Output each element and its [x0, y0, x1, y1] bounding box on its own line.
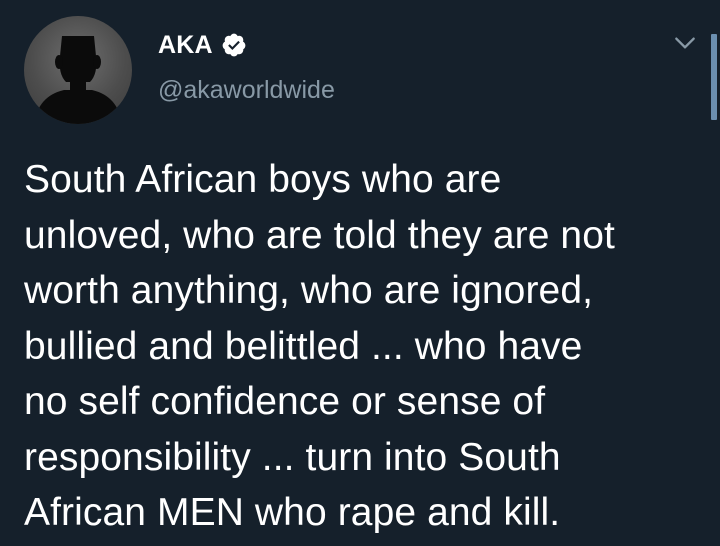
scrollbar[interactable] — [711, 34, 717, 120]
avatar[interactable] — [24, 16, 132, 124]
tweet-text: South African boys who are unloved, who … — [24, 152, 704, 541]
avatar-silhouette-icon — [34, 36, 122, 124]
tweet-text-line: no self confidence or sense of — [24, 380, 546, 423]
tweet-text-line: African MEN who rape and kill. — [24, 491, 561, 534]
tweet: AKA @akaworldwide South African boys who… — [0, 0, 720, 546]
tweet-text-line: unloved, who are told they are not — [24, 213, 615, 257]
tweet-text-line: worth anything, who are ignored, — [24, 269, 594, 312]
display-name[interactable]: AKA — [158, 31, 213, 60]
chevron-down-icon[interactable] — [672, 30, 698, 56]
tweet-text-line: responsibility ... turn into South — [24, 435, 561, 479]
verified-badge-icon — [222, 33, 246, 57]
tweet-text-line: South African boys who are — [24, 158, 502, 201]
user-handle[interactable]: @akaworldwide — [158, 76, 335, 105]
tweet-text-line: bullied and belittled ... who have — [24, 324, 583, 368]
display-name-row: AKA — [158, 28, 247, 62]
